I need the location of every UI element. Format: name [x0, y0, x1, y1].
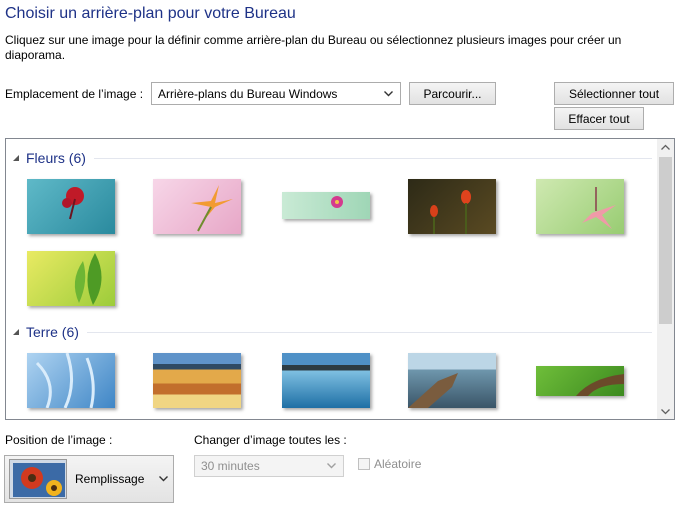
chevron-down-icon[interactable]	[660, 406, 671, 417]
chevron-down-icon	[325, 463, 337, 469]
chevron-down-icon	[157, 476, 169, 482]
shuffle-label: Aléatoire	[374, 457, 422, 471]
interval-dropdown-value: 30 minutes	[201, 459, 260, 473]
wallpaper-gallery[interactable]: Fleurs (6) Terre (6)	[5, 138, 675, 420]
group-header-terre[interactable]: Terre (6)	[12, 324, 652, 340]
wallpaper-thumb-flower-orange-on-pink[interactable]	[153, 179, 241, 234]
wallpaper-thumb-flower-pink-on-green[interactable]	[536, 179, 624, 234]
interval-dropdown[interactable]: 30 minutes	[194, 455, 344, 477]
clear-all-button[interactable]: Effacer tout	[554, 107, 644, 130]
wallpaper-thumb-striped-hills[interactable]	[153, 353, 241, 408]
location-label: Emplacement de l’image :	[5, 87, 144, 101]
position-dropdown-value: Remplissage	[75, 472, 145, 486]
scrollbar-thumb[interactable]	[659, 157, 672, 324]
wallpaper-thumb-blue-seascape[interactable]	[282, 353, 370, 408]
fill-preview-icon	[9, 459, 67, 499]
wallpaper-thumb-green-leaf-on-yellow[interactable]	[27, 251, 115, 306]
collapse-triangle-icon[interactable]	[12, 328, 20, 336]
group-header-fleurs[interactable]: Fleurs (6)	[12, 150, 652, 166]
group-title: Terre (6)	[26, 324, 79, 340]
location-dropdown-value: Arrière-plans du Bureau Windows	[158, 86, 338, 101]
shuffle-checkbox[interactable]: Aléatoire	[358, 457, 421, 471]
position-dropdown[interactable]: Remplissage	[4, 455, 174, 503]
chevron-down-icon	[382, 90, 394, 97]
select-all-button[interactable]: Sélectionner tout	[554, 82, 674, 105]
interval-label: Changer d’image toutes les :	[194, 433, 347, 447]
wallpaper-thumb-flower-orange-tulips-dark[interactable]	[408, 179, 496, 234]
browse-button[interactable]: Parcourir...	[409, 82, 496, 105]
location-dropdown[interactable]: Arrière-plans du Bureau Windows	[151, 82, 401, 105]
gallery-scrollbar[interactable]	[657, 139, 674, 419]
collapse-triangle-icon[interactable]	[12, 154, 20, 162]
wallpaper-thumb-flower-red-on-teal[interactable]	[27, 179, 115, 234]
position-label: Position de l’image :	[5, 433, 113, 447]
wallpaper-thumb-blue-ice[interactable]	[27, 352, 115, 409]
wallpaper-thumb-flower-pink-on-mint[interactable]	[282, 192, 370, 219]
checkbox-box[interactable]	[358, 458, 370, 470]
group-title: Fleurs (6)	[26, 150, 86, 166]
page-title: Choisir un arrière-plan pour votre Burea…	[5, 5, 296, 22]
page-description: Cliquez sur une image pour la définir co…	[5, 33, 622, 62]
wallpaper-thumb-rocky-coast[interactable]	[408, 353, 496, 408]
group-divider	[93, 157, 652, 159]
chevron-up-icon[interactable]	[660, 141, 671, 152]
wallpaper-thumb-green-field-path[interactable]	[536, 366, 624, 396]
group-divider	[86, 331, 652, 333]
